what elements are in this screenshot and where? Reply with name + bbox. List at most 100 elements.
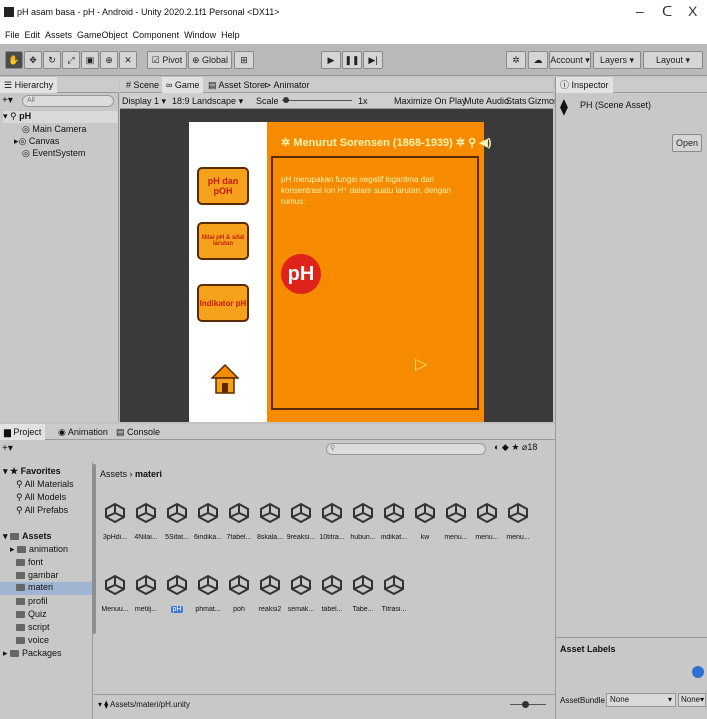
step-icon[interactable]: ▶| xyxy=(363,51,383,69)
global-toggle[interactable]: ⊕ Global xyxy=(188,51,232,69)
folder-gambar[interactable]: gambar xyxy=(16,570,59,580)
menu-file[interactable]: File xyxy=(5,30,20,40)
assetbundle-dropdown[interactable]: None ▾ xyxy=(606,693,676,707)
asset-item[interactable]: Titrasi... xyxy=(379,574,409,613)
asset-item[interactable]: 9reaksi... xyxy=(286,502,316,541)
asset-item[interactable]: 3pHdi... xyxy=(100,502,130,541)
asset-item[interactable]: 5Sifat... xyxy=(162,502,192,541)
tab-animation[interactable]: ◉ Animation xyxy=(54,424,112,440)
menu-help[interactable]: Help xyxy=(221,30,240,40)
mute-audio-toggle[interactable]: Mute Audio xyxy=(464,96,509,106)
pause-icon[interactable]: ❚❚ xyxy=(342,51,362,69)
folder-materi[interactable]: materi xyxy=(0,582,92,595)
home-icon[interactable] xyxy=(210,363,240,396)
tab-project[interactable]: ▆ Project xyxy=(0,424,46,440)
asset-item[interactable]: 4Nilai... xyxy=(131,502,161,541)
move-tool-icon[interactable]: ✥ xyxy=(24,51,42,69)
minimize-button[interactable]: – xyxy=(636,3,644,19)
breadcrumb-assets[interactable]: Assets xyxy=(100,469,127,479)
project-search-input[interactable]: ⚲ xyxy=(326,443,486,455)
tab-scene[interactable]: # Scene xyxy=(122,77,163,93)
tab-inspector[interactable]: ⓘ Inspector xyxy=(556,77,613,93)
indikator-ph-button[interactable]: Indikator pH xyxy=(197,284,249,322)
close-button[interactable]: X xyxy=(688,3,697,19)
folder-animation[interactable]: ▸ animation xyxy=(10,544,68,555)
rotate-tool-icon[interactable]: ↻ xyxy=(43,51,61,69)
menu-window[interactable]: Window xyxy=(184,30,216,40)
asset-item[interactable]: 8skala... xyxy=(255,502,285,541)
open-button[interactable]: Open xyxy=(672,134,702,152)
tab-console[interactable]: ▤ Console xyxy=(112,424,164,440)
menu-gameobject[interactable]: GameObject xyxy=(77,30,128,40)
favorite-all-materials[interactable]: ⚲ All Materials xyxy=(16,479,74,490)
hierarchy-item-canvas[interactable]: ▸◎ Canvas xyxy=(14,136,59,147)
menu-component[interactable]: Component xyxy=(133,30,180,40)
hierarchy-scene-root[interactable]: ▾ ⚲ pH xyxy=(3,111,118,123)
gizmos-dropdown[interactable]: Gizmos xyxy=(528,96,559,106)
scale-slider[interactable] xyxy=(282,100,352,101)
folder-profil[interactable]: profil xyxy=(16,596,48,606)
asset-item[interactable]: Menuu... xyxy=(100,574,130,613)
hand-tool-icon[interactable]: ✋ xyxy=(5,51,23,69)
asset-item[interactable]: 7tabel... xyxy=(224,502,254,541)
next-arrow-icon[interactable]: ▷ xyxy=(415,354,427,374)
asset-item[interactable]: reaksi2 xyxy=(255,574,285,613)
asset-item[interactable]: metilj... xyxy=(131,574,161,613)
cloud-icon[interactable]: ☁ xyxy=(528,51,548,69)
collab-icon[interactable]: ✲ xyxy=(506,51,526,69)
asset-item[interactable]: 6indika... xyxy=(193,502,223,541)
maximize-on-play-toggle[interactable]: Maximize On Play xyxy=(394,96,467,106)
asset-item[interactable]: pH xyxy=(162,574,192,613)
asset-item[interactable]: hubun... xyxy=(348,502,378,541)
project-filter-icons[interactable]: ◐ ◆ ★ ⌀18 xyxy=(494,442,537,453)
layout-dropdown[interactable]: Layout ▾ xyxy=(643,51,703,69)
folder-script[interactable]: script xyxy=(16,622,50,632)
favorite-all-prefabs[interactable]: ⚲ All Prefabs xyxy=(16,505,68,516)
tree-scrollbar[interactable] xyxy=(92,464,96,634)
asset-item[interactable]: poh xyxy=(224,574,254,613)
icon-size-slider-handle[interactable] xyxy=(522,701,529,708)
hierarchy-item-eventsystem[interactable]: ◎ EventSystem xyxy=(22,148,85,159)
scale-tool-icon[interactable]: ⤢ xyxy=(62,51,80,69)
rect-tool-icon[interactable]: ▣ xyxy=(81,51,99,69)
menu-edit[interactable]: Edit xyxy=(25,30,41,40)
tab-hierarchy[interactable]: ☰ Hierarchy xyxy=(0,77,58,93)
custom-tool-icon[interactable]: ✕ xyxy=(119,51,137,69)
asset-item[interactable]: semak... xyxy=(286,574,316,613)
ph-dan-poh-button[interactable]: pH dan pOH xyxy=(197,167,249,205)
asset-item[interactable]: tabel... xyxy=(317,574,347,613)
hierarchy-item-main-camera[interactable]: ◎ Main Camera xyxy=(22,124,86,135)
assets-root[interactable]: ▾ Assets xyxy=(3,531,52,542)
packages-root[interactable]: ▸ Packages xyxy=(3,648,62,659)
folder-quiz[interactable]: Quiz xyxy=(16,609,47,619)
play-icon[interactable]: ▶ xyxy=(321,51,341,69)
asset-item[interactable]: menu... xyxy=(503,502,533,541)
favorites-label[interactable]: ▾ ★ Favorites xyxy=(3,466,61,477)
asset-item[interactable]: indikat... xyxy=(379,502,409,541)
account-dropdown[interactable]: Account ▾ xyxy=(549,51,591,69)
favorite-all-models[interactable]: ⚲ All Models xyxy=(16,492,66,503)
create-asset-button[interactable]: +▾ xyxy=(2,443,13,454)
maximize-button[interactable]: ᑕ xyxy=(662,3,672,20)
menu-assets[interactable]: Assets xyxy=(45,30,72,40)
aspect-dropdown[interactable]: 18:9 Landscape ▾ xyxy=(172,96,243,107)
grid-snap-icon[interactable]: ⊞ xyxy=(234,51,254,69)
asset-item[interactable]: Tabe... xyxy=(348,574,378,613)
breadcrumb-materi[interactable]: materi xyxy=(135,469,162,479)
folder-voice[interactable]: voice xyxy=(16,635,49,645)
transform-tool-icon[interactable]: ⊕ xyxy=(100,51,118,69)
folder-font[interactable]: font xyxy=(16,557,43,567)
variant-dropdown[interactable]: None▾ xyxy=(678,693,706,707)
pivot-toggle[interactable]: ☑ Pivot xyxy=(147,51,187,69)
asset-item[interactable]: phmat... xyxy=(193,574,223,613)
tab-game[interactable]: ∞ Game xyxy=(162,77,204,93)
asset-item[interactable]: kw xyxy=(410,502,440,541)
stats-toggle[interactable]: Stats xyxy=(506,96,527,106)
tab-animator[interactable]: ⊳ Animator xyxy=(260,77,314,93)
hierarchy-search-input[interactable]: All xyxy=(22,95,114,107)
add-object-button[interactable]: +▾ xyxy=(2,95,13,106)
display-dropdown[interactable]: Display 1 ▾ xyxy=(122,96,166,107)
layers-dropdown[interactable]: Layers ▾ xyxy=(593,51,641,69)
label-icon[interactable] xyxy=(692,666,704,678)
asset-item[interactable]: menu... xyxy=(472,502,502,541)
